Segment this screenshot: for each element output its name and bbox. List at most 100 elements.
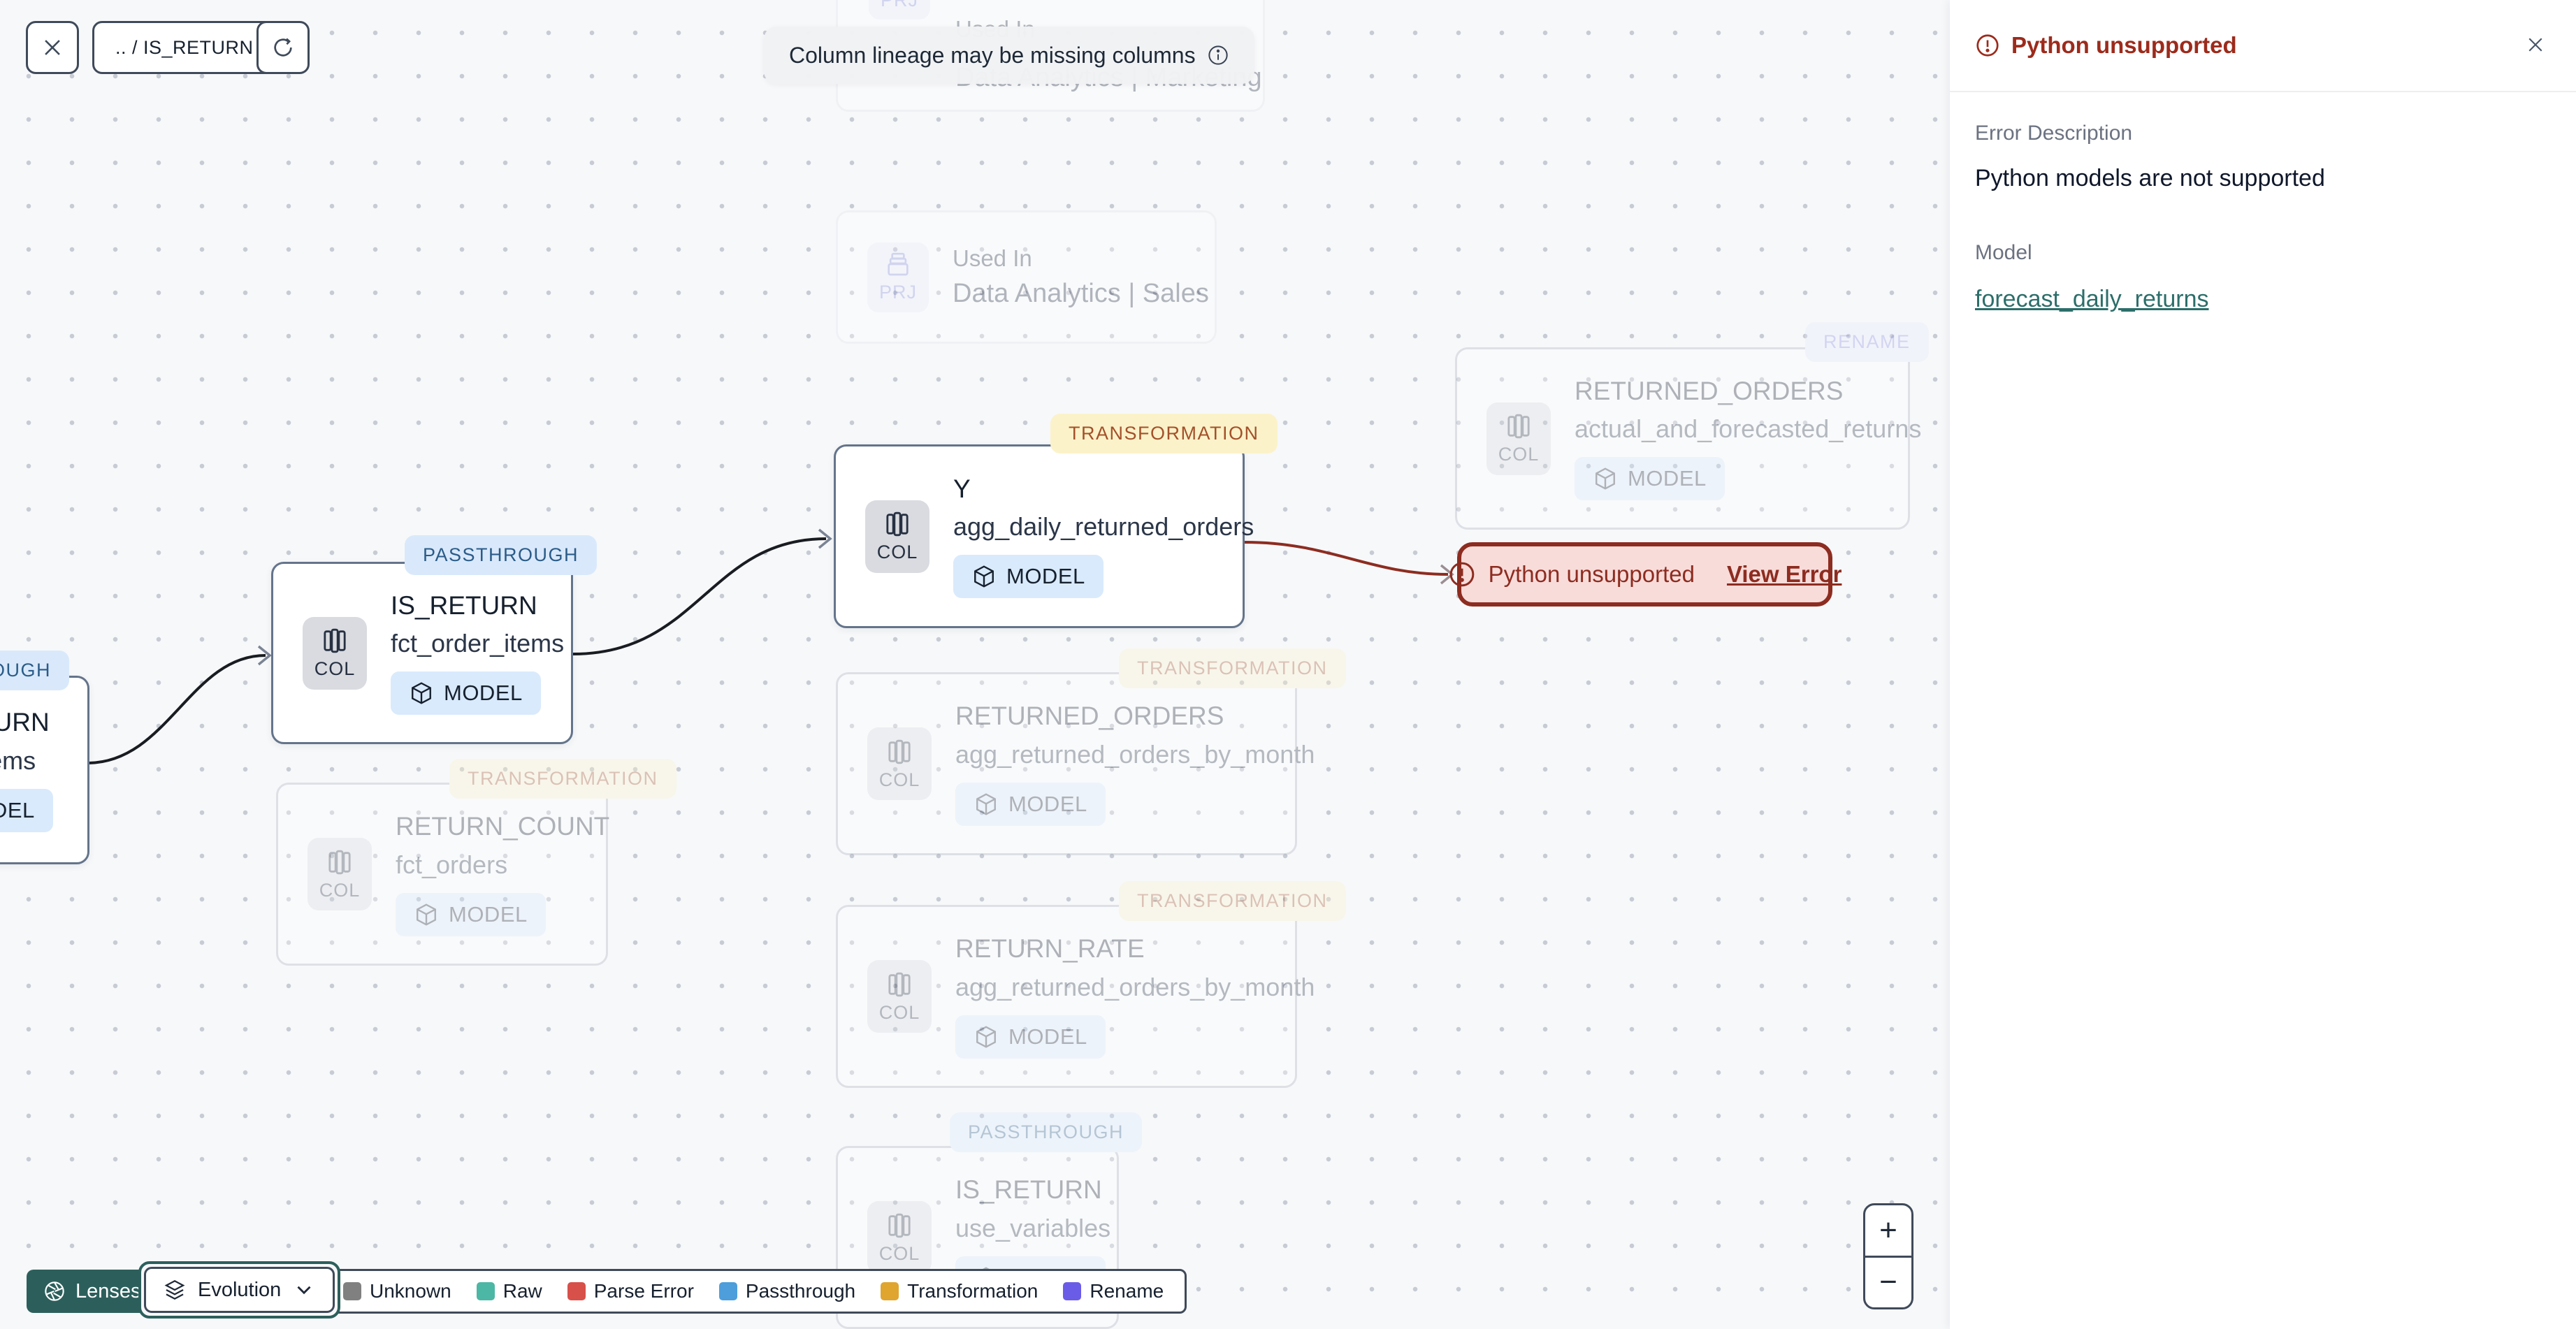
node-title: RETURNED_ORDERS xyxy=(955,702,1224,731)
node-is-return-fct-order-items[interactable]: PASSTHROUGH COL IS_RETURN fct_order_item… xyxy=(271,535,598,744)
cube-icon xyxy=(974,565,994,588)
close-lineage-button[interactable] xyxy=(26,21,79,74)
model-chip: MODEL xyxy=(955,782,1106,826)
column-icon-box: COL xyxy=(307,838,372,910)
arrowhead-icon xyxy=(818,528,832,549)
column-icon-box: COL xyxy=(867,960,932,1033)
model-chip: MODEL xyxy=(0,788,53,832)
app-window: PRJ Used In Data Analytics | Marketing P… xyxy=(0,0,2576,1329)
node-python-unsupported-error[interactable]: Python unsupported View Error xyxy=(1449,542,1841,607)
refresh-button[interactable] xyxy=(256,21,310,74)
rename-badge: RENAME xyxy=(1805,322,1929,362)
layers-icon xyxy=(164,1279,185,1300)
chevron-down-icon xyxy=(297,1286,311,1295)
columns-icon xyxy=(328,850,351,874)
node-is-return-order-items-partial[interactable]: PASSTHROUGH COL IS_RETURN order_items MO… xyxy=(0,651,89,864)
legend-item-passthrough: Passthrough xyxy=(718,1280,855,1302)
node-subtitle: agg_returned_orders_by_month xyxy=(955,972,1315,1001)
node-subtitle: use_variables xyxy=(955,1213,1111,1242)
columns-icon xyxy=(886,511,909,537)
node-y-agg-daily-returned-orders[interactable]: TRANSFORMATION COL Y agg_daily_returned_… xyxy=(834,414,1278,628)
node-title: IS_RETURN xyxy=(0,708,50,737)
columns-icon xyxy=(888,1213,911,1237)
passthrough-badge: PASSTHROUGH xyxy=(0,651,70,690)
node-title: IS_RETURN xyxy=(955,1175,1102,1205)
panel-header: Python unsupported xyxy=(1950,0,2576,92)
refresh-icon xyxy=(274,38,292,57)
node-returned-orders-forecast[interactable]: RENAME COL RETURNED_ORDERS actual_and_fo… xyxy=(1455,322,1929,530)
error-detail-panel: Python unsupported Error Description Pyt… xyxy=(1950,0,2576,1329)
panel-close-button[interactable] xyxy=(2516,25,2555,64)
column-icon-box: COL xyxy=(303,616,367,690)
lens-legend: Unknown Raw Parse Error Passthrough Tran… xyxy=(320,1269,1187,1314)
node-subtitle: Data Analytics | Sales xyxy=(953,279,1209,308)
columns-icon xyxy=(1507,414,1530,439)
evolution-dropdown[interactable]: Evolution xyxy=(144,1267,335,1313)
model-chip: MODEL xyxy=(953,555,1104,599)
node-title: RETURN_RATE xyxy=(955,934,1145,964)
node-title: IS_RETURN xyxy=(391,590,537,620)
edge-y-to-error xyxy=(1244,541,1449,576)
cube-icon xyxy=(976,793,996,815)
error-node-label: Python unsupported xyxy=(1488,561,1695,587)
node-return-count[interactable]: TRANSFORMATION COL RETURN_COUNT fct_orde… xyxy=(276,759,676,966)
transformation-badge: TRANSFORMATION xyxy=(1119,881,1346,921)
transformation-swatch xyxy=(881,1282,899,1300)
transformation-badge: TRANSFORMATION xyxy=(1119,648,1346,688)
node-subtitle: actual_and_forecasted_returns xyxy=(1575,414,1922,444)
cube-icon xyxy=(1595,467,1615,491)
edge-isreturn-to-y xyxy=(572,537,827,655)
node-title: Used In xyxy=(953,245,1032,271)
cube-icon xyxy=(976,1026,996,1048)
close-icon xyxy=(45,40,60,55)
lineage-warning-banner: Column lineage may be missing columns xyxy=(764,27,1254,84)
panel-title: Python unsupported xyxy=(2011,32,2237,58)
lineage-canvas[interactable]: PRJ Used In Data Analytics | Marketing P… xyxy=(0,0,1950,1329)
legend-item-unknown: Unknown xyxy=(343,1280,451,1302)
project-icon-box: PRJ xyxy=(869,0,930,20)
alert-circle-icon xyxy=(1449,562,1474,587)
aperture-icon xyxy=(45,1281,64,1301)
project-icon-box: PRJ xyxy=(867,242,929,312)
column-icon-box: COL xyxy=(867,727,932,800)
legend-item-parse-error: Parse Error xyxy=(567,1280,694,1302)
model-link[interactable]: forecast_daily_returns xyxy=(1975,286,2209,313)
node-subtitle: fct_order_items xyxy=(391,629,565,658)
columns-icon xyxy=(324,628,346,653)
cube-icon xyxy=(417,903,436,926)
node-subtitle: fct_orders xyxy=(396,850,508,879)
breadcrumb[interactable]: .. / IS_RETURN xyxy=(92,21,277,74)
evolution-label: Evolution xyxy=(198,1278,282,1301)
transformation-badge: TRANSFORMATION xyxy=(1050,414,1278,453)
unknown-swatch xyxy=(343,1282,361,1300)
passthrough-badge: PASSTHROUGH xyxy=(950,1112,1143,1152)
passthrough-swatch xyxy=(718,1282,737,1300)
node-title: RETURN_COUNT xyxy=(396,812,610,841)
lenses-label: Lenses xyxy=(75,1279,141,1302)
model-chip: MODEL xyxy=(955,1015,1106,1059)
edge-left-to-isreturn xyxy=(87,654,266,764)
banner-text: Column lineage may be missing columns xyxy=(789,42,1196,68)
evolution-focus-ring: Evolution xyxy=(138,1261,341,1319)
alert-circle-icon xyxy=(1976,34,1999,57)
column-icon-box: COL xyxy=(1486,402,1551,475)
node-title: Y xyxy=(953,474,971,503)
zoom-in-button[interactable]: + xyxy=(1865,1205,1911,1258)
view-error-link[interactable]: View Error xyxy=(1727,561,1841,588)
column-icon-box: COL xyxy=(865,500,929,573)
project-stack-icon xyxy=(888,252,909,276)
node-subtitle: agg_daily_returned_orders xyxy=(953,512,1254,542)
info-icon[interactable] xyxy=(1207,44,1229,66)
legend-item-rename: Rename xyxy=(1063,1280,1164,1302)
zoom-out-button[interactable]: − xyxy=(1865,1258,1911,1308)
node-subtitle: agg_returned_orders_by_month xyxy=(955,739,1315,769)
node-return-rate[interactable]: TRANSFORMATION COL RETURN_RATE agg_retur… xyxy=(836,881,1346,1088)
node-returned-orders-by-month[interactable]: TRANSFORMATION COL RETURNED_ORDERS agg_r… xyxy=(836,648,1346,855)
columns-icon xyxy=(888,739,911,764)
legend-item-transformation: Transformation xyxy=(881,1280,1038,1302)
node-title: RETURNED_ORDERS xyxy=(1575,376,1844,405)
columns-icon xyxy=(888,972,911,996)
rename-swatch xyxy=(1063,1282,1082,1300)
node-used-in-sales[interactable]: PRJ Used In Data Analytics | Sales xyxy=(836,210,1217,344)
arrowhead-icon xyxy=(257,645,272,666)
